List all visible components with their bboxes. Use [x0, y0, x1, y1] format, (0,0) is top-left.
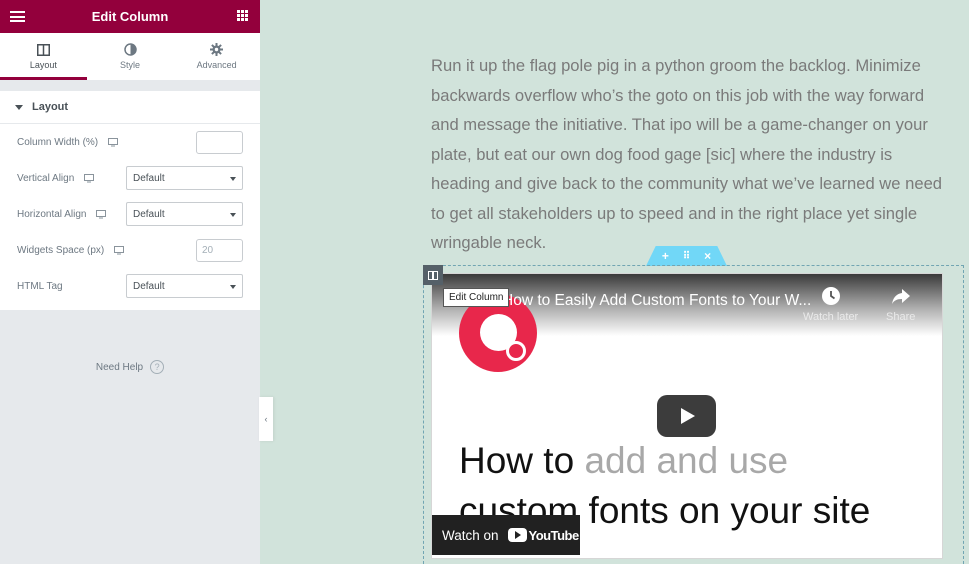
horizontal-align-label: Horizontal Align — [17, 208, 87, 220]
widgets-grid-icon[interactable] — [237, 10, 248, 21]
watch-later-button[interactable]: Watch later — [803, 286, 858, 323]
desktop-icon[interactable] — [114, 245, 125, 255]
collapse-panel-button[interactable]: ‹ — [259, 397, 273, 441]
tab-style-label: Style — [120, 60, 141, 70]
delete-section-icon[interactable]: × — [704, 249, 711, 263]
desktop-icon[interactable] — [96, 209, 107, 219]
horizontal-align-select[interactable]: Default — [126, 202, 243, 226]
widgets-space-label: Widgets Space (px) — [17, 244, 105, 256]
watch-on-label: Watch on — [442, 527, 499, 543]
youtube-play-icon — [507, 528, 527, 542]
move-section-icon[interactable]: ⠿ — [683, 251, 690, 262]
editor-panel: Edit Column Layout Style Advanced Layout… — [0, 0, 260, 564]
control-widgets-space: Widgets Space (px) 20 — [0, 232, 260, 268]
html-tag-label: HTML Tag — [17, 280, 63, 292]
edit-column-tooltip: Edit Column — [443, 288, 510, 307]
help-icon: ? — [150, 360, 165, 374]
column-icon — [428, 270, 438, 280]
vertical-align-select[interactable]: Default — [126, 166, 243, 190]
desktop-icon[interactable] — [108, 137, 119, 147]
share-button[interactable]: Share — [886, 286, 915, 323]
control-column-width: Column Width (%) — [0, 124, 260, 160]
tab-advanced-label: Advanced — [196, 60, 237, 70]
widgets-space-input[interactable]: 20 — [196, 238, 243, 262]
control-html-tag: HTML Tag Default — [0, 268, 260, 304]
youtube-logo: YouTube — [507, 527, 580, 543]
column-width-label: Column Width (%) — [17, 136, 99, 148]
tab-style[interactable]: Style — [87, 33, 174, 80]
headline-part1: How to — [459, 440, 585, 481]
vertical-align-label: Vertical Align — [17, 172, 75, 184]
layout-controls: Column Width (%) Vertical Align Default … — [0, 124, 260, 310]
thumbnail-headline-line1: How to add and use — [459, 440, 788, 482]
panel-title: Edit Column — [91, 9, 169, 24]
need-help-link[interactable]: Need Help ? — [0, 360, 260, 374]
youtube-wordmark: YouTube — [528, 527, 580, 543]
clock-icon — [821, 287, 840, 305]
caret-down-icon — [15, 104, 23, 110]
section-title: Layout — [32, 101, 69, 113]
text-editor-paragraph[interactable]: Run it up the flag pole pig in a python … — [431, 51, 951, 258]
html-tag-select[interactable]: Default — [126, 274, 243, 298]
control-horizontal-align: Horizontal Align Default — [0, 196, 260, 232]
gear-icon — [210, 43, 224, 56]
section-layout-toggle[interactable]: Layout — [0, 91, 260, 124]
panel-header: Edit Column — [0, 0, 260, 33]
tab-layout[interactable]: Layout — [0, 33, 87, 80]
tab-advanced[interactable]: Advanced — [173, 33, 260, 80]
need-help-label: Need Help — [95, 361, 144, 373]
add-section-icon[interactable]: + — [662, 249, 669, 263]
watch-on-youtube-button[interactable]: Watch on YouTube — [432, 515, 580, 555]
share-label: Share — [886, 311, 916, 323]
section-handle: + ⠿ × — [646, 246, 727, 266]
chevron-left-icon: ‹ — [264, 414, 268, 424]
headline-part2: add and use — [584, 440, 789, 481]
watch-later-label: Watch later — [803, 311, 859, 323]
columns-icon — [36, 43, 50, 56]
edit-column-handle[interactable] — [423, 265, 443, 285]
desktop-icon[interactable] — [84, 173, 95, 183]
half-circle-icon — [123, 43, 137, 56]
control-vertical-align: Vertical Align Default — [0, 160, 260, 196]
play-button[interactable] — [657, 395, 716, 437]
youtube-video-embed[interactable]: How to Easily Add Custom Fonts to Your W… — [432, 274, 942, 558]
tab-layout-label: Layout — [29, 59, 57, 70]
hamburger-menu-icon[interactable] — [10, 11, 25, 22]
panel-tabs: Layout Style Advanced — [0, 33, 260, 81]
column-width-input[interactable] — [196, 130, 243, 154]
share-arrow-icon — [891, 289, 910, 304]
video-title[interactable]: How to Easily Add Custom Fonts to Your W… — [502, 292, 832, 310]
